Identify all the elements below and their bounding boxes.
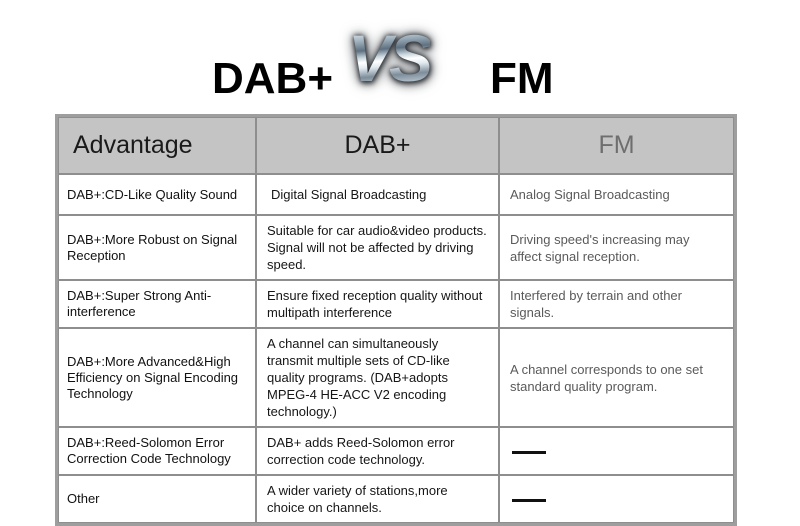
table-row: DAB+:Reed-Solomon Error Correction Code …: [58, 427, 734, 475]
cell-fm: Analog Signal Broadcasting: [499, 174, 734, 215]
title-fm-label: FM: [490, 54, 554, 103]
comparison-table-container: Advantage DAB+ FM DAB+:CD-Like Quality S…: [55, 114, 737, 526]
column-header-dab: DAB+: [256, 117, 499, 174]
cell-fm-empty: [499, 475, 734, 523]
cell-dab: Digital Signal Broadcasting: [256, 174, 499, 215]
cell-dab: Suitable for car audio&video products. S…: [256, 215, 499, 280]
table-header-row: Advantage DAB+ FM: [58, 117, 734, 174]
cell-advantage: DAB+:Super Strong Anti-interference: [58, 280, 256, 328]
em-dash-placeholder-icon: [512, 450, 546, 454]
column-header-fm: FM: [499, 117, 734, 174]
cell-advantage: Other: [58, 475, 256, 523]
cell-fm: A channel corresponds to one set standar…: [499, 328, 734, 427]
column-header-advantage: Advantage: [58, 117, 256, 174]
cell-dab: Ensure fixed reception quality without m…: [256, 280, 499, 328]
table-row: DAB+:More Robust on Signal Reception Sui…: [58, 215, 734, 280]
title-banner: DAB+ VS FM: [0, 0, 800, 112]
cell-fm: Interfered by terrain and other signals.: [499, 280, 734, 328]
cell-dab: A wider variety of stations,more choice …: [256, 475, 499, 523]
cell-advantage: DAB+:More Advanced&High Efficiency on Si…: [58, 328, 256, 427]
table-row: Other A wider variety of stations,more c…: [58, 475, 734, 523]
title-dab-label: DAB+: [212, 54, 334, 103]
table-row: DAB+:Super Strong Anti-interference Ensu…: [58, 280, 734, 328]
cell-advantage: DAB+:More Robust on Signal Reception: [58, 215, 256, 280]
em-dash-placeholder-icon: [512, 498, 546, 502]
table-header: Advantage DAB+ FM: [58, 117, 734, 174]
cell-fm: Driving speed's increasing may affect si…: [499, 215, 734, 280]
table-row: DAB+:More Advanced&High Efficiency on Si…: [58, 328, 734, 427]
title-vs-logo: VS: [348, 21, 433, 95]
cell-dab: A channel can simultaneously transmit mu…: [256, 328, 499, 427]
cell-advantage: DAB+:Reed-Solomon Error Correction Code …: [58, 427, 256, 475]
table-body: DAB+:CD-Like Quality Sound Digital Signa…: [58, 174, 734, 523]
comparison-table: Advantage DAB+ FM DAB+:CD-Like Quality S…: [58, 117, 734, 523]
cell-advantage: DAB+:CD-Like Quality Sound: [58, 174, 256, 215]
cell-dab: DAB+ adds Reed-Solomon error correction …: [256, 427, 499, 475]
cell-fm-empty: [499, 427, 734, 475]
table-row: DAB+:CD-Like Quality Sound Digital Signa…: [58, 174, 734, 215]
